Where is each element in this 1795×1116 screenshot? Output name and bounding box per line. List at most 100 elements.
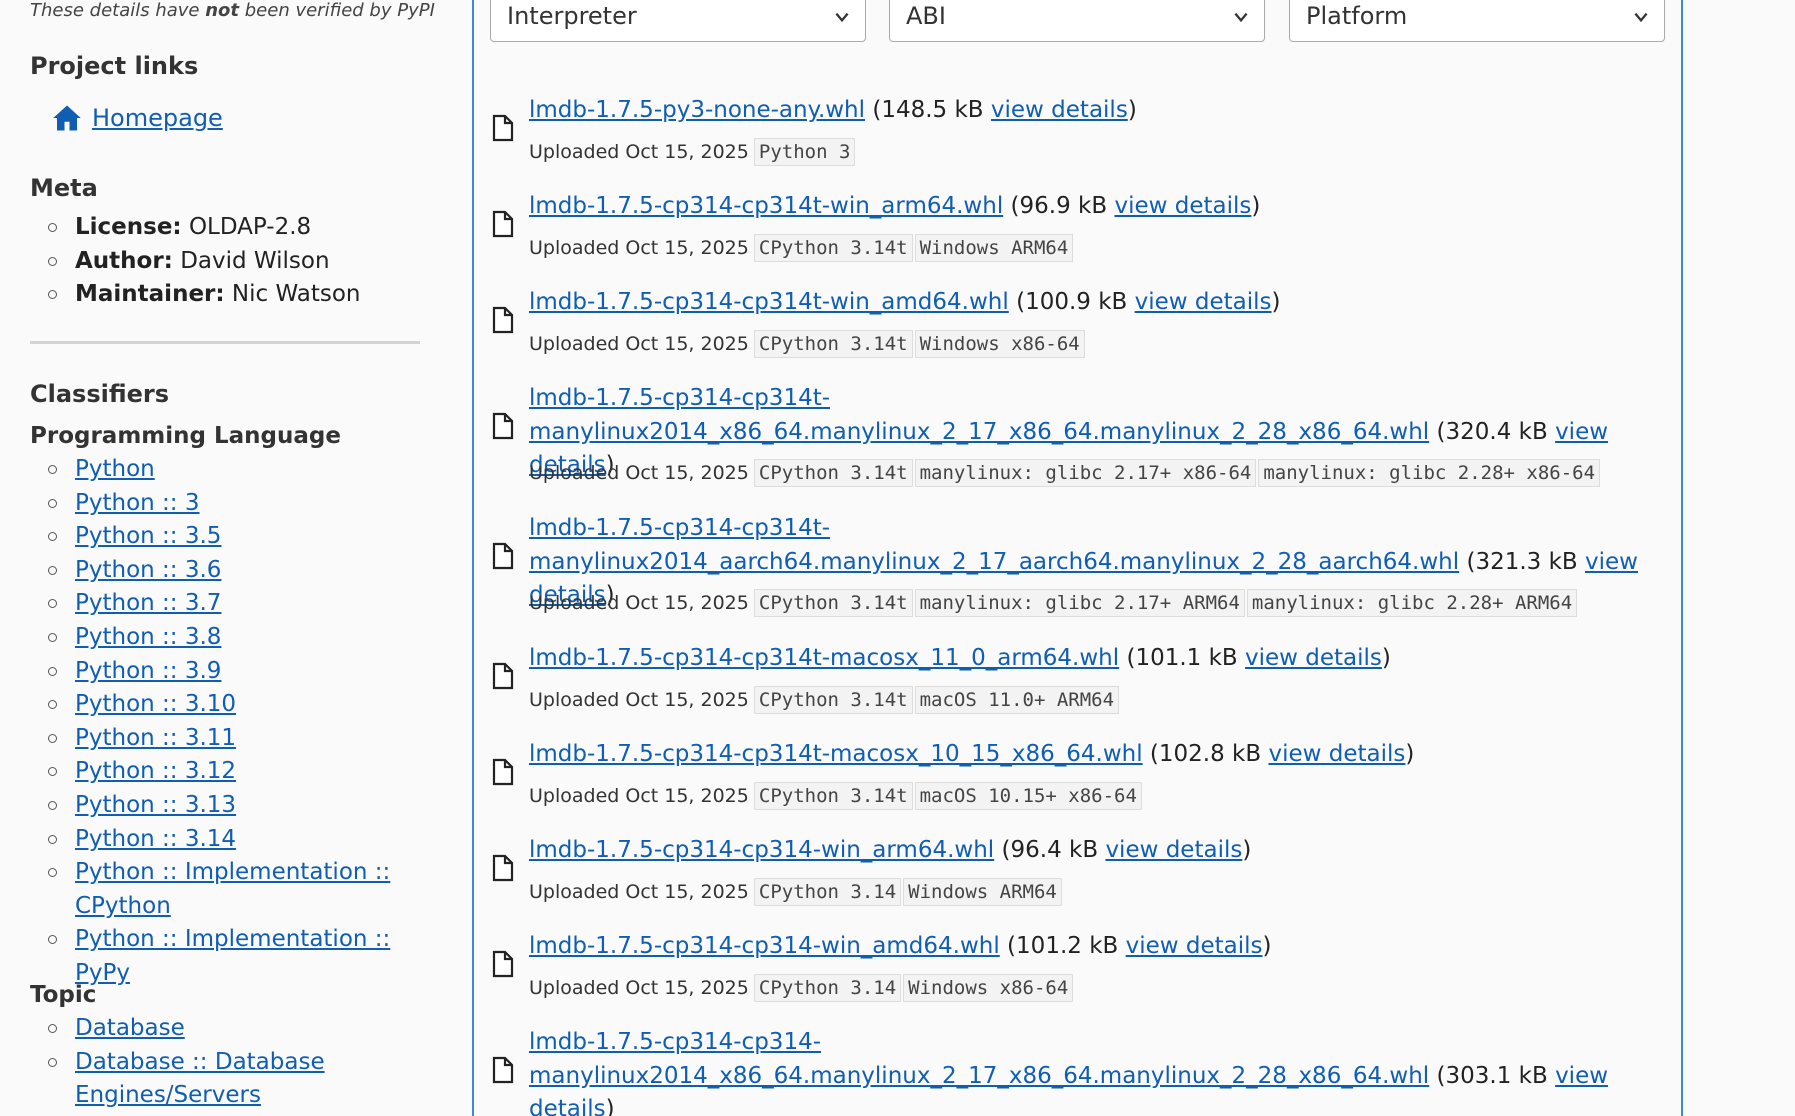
upload-date: Uploaded Oct 15, 2025 xyxy=(529,881,749,903)
file-row: lmdb-1.7.5-cp314-cp314t-macosx_11_0_arm6… xyxy=(474,642,1654,738)
classifier-item: Database xyxy=(30,1012,350,1046)
view-details-link[interactable]: view details xyxy=(1126,933,1263,959)
file-download-link[interactable]: lmdb-1.7.5-cp314-cp314t-manylinux2014_aa… xyxy=(529,515,1459,575)
file-tag: CPython 3.14t xyxy=(753,330,913,358)
topic-list: DatabaseDatabase :: Database Engines/Ser… xyxy=(30,1012,350,1113)
programming-language-heading: Programming Language xyxy=(30,423,341,449)
view-details-link[interactable]: view details xyxy=(1245,645,1382,671)
file-tag: CPython 3.14t xyxy=(753,686,913,714)
meta-value: OLDAP-2.8 xyxy=(181,214,312,240)
file-tag: CPython 3.14t xyxy=(753,782,913,810)
view-details-link[interactable]: view details xyxy=(1114,193,1251,219)
abi-filter-label: ABI xyxy=(906,2,946,30)
file-size: 101.1 kB xyxy=(1135,645,1238,671)
file-size-open: ( xyxy=(1459,548,1476,575)
classifier-item: Python :: 3.11 xyxy=(30,722,420,756)
classifier-link[interactable]: Python :: Implementation :: CPython xyxy=(75,859,390,919)
classifier-item: Python :: 3.8 xyxy=(30,621,420,655)
file-size-open: ( xyxy=(1119,645,1136,671)
classifier-link[interactable]: Python :: 3.10 xyxy=(75,691,236,717)
classifier-link[interactable]: Python :: 3.11 xyxy=(75,725,236,751)
classifier-link[interactable]: Python :: 3.7 xyxy=(75,590,221,616)
unverified-disclaimer: These details have not been verified by … xyxy=(30,0,435,21)
file-icon xyxy=(492,950,514,978)
upload-date: Uploaded Oct 15, 2025 xyxy=(529,462,749,484)
file-download-link[interactable]: lmdb-1.7.5-py3-none-any.whl xyxy=(529,97,865,123)
file-tag: Windows ARM64 xyxy=(914,234,1074,262)
classifier-link[interactable]: Python :: 3.6 xyxy=(75,557,221,583)
classifier-link[interactable]: Database :: Database Engines/Servers xyxy=(75,1049,325,1109)
interpreter-filter-select[interactable]: Interpreter xyxy=(490,0,866,42)
classifier-link[interactable]: Python :: 3.14 xyxy=(75,826,236,852)
meta-item: Maintainer: Nic Watson xyxy=(30,278,360,312)
file-size: 96.9 kB xyxy=(1019,193,1108,219)
file-size-space xyxy=(1127,289,1134,315)
sidebar-divider xyxy=(30,341,420,344)
file-size-close: ) xyxy=(1405,741,1415,767)
file-upload-meta: Uploaded Oct 15, 2025 CPython 3.14t macOS … xyxy=(529,781,1144,811)
file-tag: manylinux: glibc 2.28+ x86-64 xyxy=(1258,459,1601,487)
file-download-link[interactable]: lmdb-1.7.5-cp314-cp314-manylinux2014_x86… xyxy=(529,1029,1429,1089)
file-icon xyxy=(492,114,514,142)
classifier-item: Python :: 3.13 xyxy=(30,789,420,823)
view-details-link[interactable]: view details xyxy=(1105,837,1242,863)
view-details-link[interactable]: view details xyxy=(1268,741,1405,767)
file-upload-meta: Uploaded Oct 15, 2025 CPython 3.14 Windows… xyxy=(529,877,1064,907)
file-name-line: lmdb-1.7.5-cp314-cp314-win_amd64.whl (10… xyxy=(529,930,1654,964)
file-download-link[interactable]: lmdb-1.7.5-cp314-cp314t-macosx_11_0_arm6… xyxy=(529,645,1119,671)
upload-date: Uploaded Oct 15, 2025 xyxy=(529,237,749,259)
homepage-link[interactable]: Homepage xyxy=(52,100,223,136)
classifier-link[interactable]: Python :: Implementation :: PyPy xyxy=(75,926,390,986)
pypi-download-files-page: These details have not been verified by … xyxy=(0,0,1795,1116)
file-size: 100.9 kB xyxy=(1025,289,1128,315)
view-details-link[interactable]: view details xyxy=(1135,289,1272,315)
file-size-open: ( xyxy=(1008,289,1026,315)
file-tag: manylinux: glibc 2.17+ ARM64 xyxy=(914,589,1245,617)
file-size-space xyxy=(1118,933,1125,959)
classifier-item: Python xyxy=(30,453,420,487)
file-download-link[interactable]: lmdb-1.7.5-cp314-cp314-win_arm64.whl xyxy=(529,837,994,863)
bullet-icon xyxy=(48,1024,57,1033)
file-size-space xyxy=(1238,645,1245,671)
file-row: lmdb-1.7.5-cp314-cp314t-manylinux2014_aa… xyxy=(474,512,1654,642)
file-tag: CPython 3.14t xyxy=(753,234,913,262)
file-download-link[interactable]: lmdb-1.7.5-cp314-cp314t-win_arm64.whl xyxy=(529,193,1003,219)
file-upload-meta: Uploaded Oct 15, 2025 CPython 3.14t macOS … xyxy=(529,685,1121,715)
file-download-link[interactable]: lmdb-1.7.5-cp314-cp314-win_amd64.whl xyxy=(529,933,1000,959)
file-download-link[interactable]: lmdb-1.7.5-cp314-cp314t-manylinux2014_x8… xyxy=(529,385,1429,445)
file-size-open: ( xyxy=(1429,418,1446,445)
abi-filter-select[interactable]: ABI xyxy=(889,0,1265,42)
file-size-close: ) xyxy=(1242,837,1252,863)
upload-date: Uploaded Oct 15, 2025 xyxy=(529,333,749,355)
file-size: 148.5 kB xyxy=(881,97,984,123)
bullet-icon xyxy=(48,868,57,878)
bullet-icon xyxy=(48,666,57,676)
interpreter-filter-label: Interpreter xyxy=(507,2,637,30)
classifier-link[interactable]: Python :: 3.13 xyxy=(75,792,236,818)
view-details-link[interactable]: view details xyxy=(991,97,1128,123)
platform-filter-select[interactable]: Platform xyxy=(1289,0,1665,42)
bullet-icon xyxy=(48,767,57,777)
classifier-link[interactable]: Python :: 3.12 xyxy=(75,758,236,784)
file-name-line: lmdb-1.7.5-cp314-cp314t-macosx_10_15_x86… xyxy=(529,738,1654,772)
classifier-link[interactable]: Python :: 3.5 xyxy=(75,523,221,549)
file-row: lmdb-1.7.5-py3-none-any.whl (148.5 kB vi… xyxy=(474,94,1654,190)
classifier-link[interactable]: Python xyxy=(75,456,155,482)
classifier-link[interactable]: Database xyxy=(75,1015,185,1041)
bullet-icon xyxy=(48,733,57,743)
file-download-link[interactable]: lmdb-1.7.5-cp314-cp314t-win_amd64.whl xyxy=(529,289,1009,315)
classifier-link[interactable]: Python :: 3 xyxy=(75,490,199,516)
file-icon xyxy=(492,210,514,238)
bullet-icon xyxy=(48,532,57,542)
classifier-link[interactable]: Python :: 3.9 xyxy=(75,658,221,684)
file-download-link[interactable]: lmdb-1.7.5-cp314-cp314t-macosx_10_15_x86… xyxy=(529,741,1143,767)
classifier-link[interactable]: Python :: 3.8 xyxy=(75,624,221,650)
meta-item: Author: David Wilson xyxy=(30,245,360,279)
upload-date: Uploaded Oct 15, 2025 xyxy=(529,977,749,999)
meta-key: Author: xyxy=(75,247,173,274)
file-tag: Windows x86-64 xyxy=(903,974,1074,1002)
file-size-open: ( xyxy=(1429,1062,1446,1089)
chevron-down-icon xyxy=(835,12,849,23)
meta-value: Nic Watson xyxy=(224,281,361,308)
bullet-icon xyxy=(48,800,57,810)
